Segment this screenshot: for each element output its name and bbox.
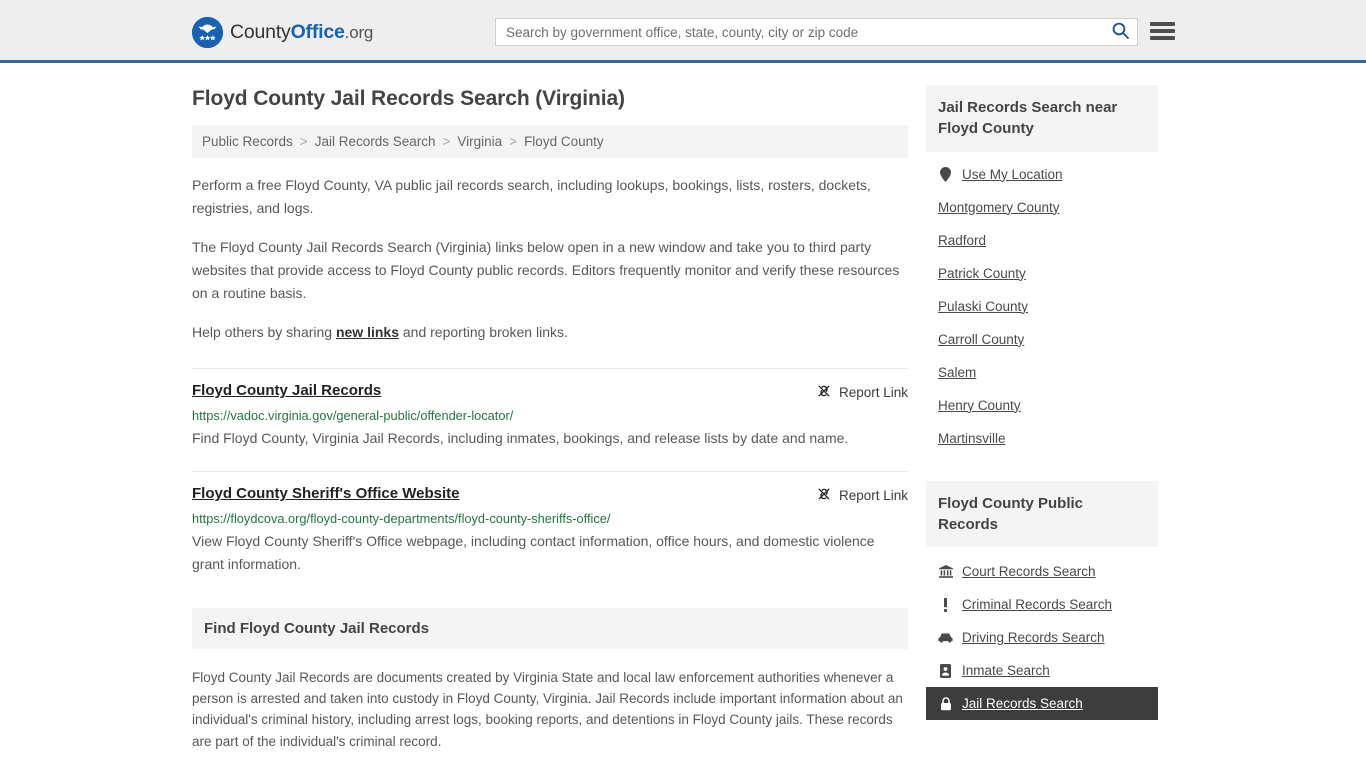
breadcrumb-separator: > [299, 134, 308, 149]
sidebar-item-court-records-search[interactable]: Court Records Search [926, 555, 1158, 588]
breadcrumb-item-jail-records-search[interactable]: Jail Records Search [315, 134, 436, 149]
hamburger-bar [1150, 22, 1175, 26]
result-description: Find Floyd County, Virginia Jail Records… [192, 429, 849, 446]
hamburger-bar [1150, 29, 1175, 33]
page-title: Floyd County Jail Records Search (Virgin… [192, 87, 625, 110]
breadcrumb-item-public-records[interactable]: Public Records [202, 134, 293, 149]
share-text-after: and reporting broken links. [399, 323, 568, 340]
broken-link-icon [816, 486, 832, 505]
sidebar-item-label: Patrick County [938, 265, 1026, 281]
sidebar-item-label: Radford [938, 232, 987, 248]
sidebar-item-use-my-location[interactable]: Use My Location [926, 158, 1158, 191]
courthouse-icon [938, 565, 953, 578]
breadcrumb: Public Records > Jail Records Search > V… [192, 125, 908, 158]
sidebar-item-pulaski-county[interactable]: Pulaski County [926, 290, 1158, 323]
exclamation-icon [938, 597, 953, 612]
search-button[interactable] [1103, 19, 1137, 45]
search-input[interactable] [496, 19, 1103, 45]
find-records-body: Floyd County Jail Records are documents … [192, 667, 908, 768]
sidebar-item-label: Use My Location [962, 166, 1063, 182]
sidebar-item-montgomery-county[interactable]: Montgomery County [926, 191, 1158, 224]
hamburger-bar [1150, 36, 1175, 40]
breadcrumb-separator: > [442, 134, 451, 149]
intro-text: Perform a free Floyd County, VA public j… [192, 174, 908, 344]
sidebar-near-list: Use My Location Montgomery County Radfor… [926, 158, 1158, 455]
sidebar-item-label: Carroll County [938, 331, 1025, 347]
site-header: CountyOffice.org [0, 0, 1366, 63]
sidebar-item-henry-county[interactable]: Henry County [926, 389, 1158, 422]
result-header: Floyd County Jail Records Report Link [192, 382, 908, 402]
logo-text-county: County [230, 21, 291, 43]
logo-text-tld: .org [344, 23, 374, 42]
sidebar-item-inmate-search[interactable]: Inmate Search [926, 654, 1158, 687]
result-title-link[interactable]: Floyd County Sheriff's Office Website [192, 485, 460, 502]
result-description: View Floyd County Sheriff's Office webpa… [192, 533, 875, 573]
car-icon [938, 632, 953, 643]
broken-link-icon [816, 383, 832, 402]
site-logo[interactable]: CountyOffice.org [192, 17, 373, 48]
intro-paragraph-3: Help others by sharing new links and rep… [192, 321, 908, 344]
report-link-label: Report Link [838, 488, 908, 504]
sidebar-item-label: Salem [938, 364, 977, 380]
sidebar-item-label: Montgomery County [938, 199, 1060, 215]
sidebar-item-martinsville[interactable]: Martinsville [926, 422, 1158, 455]
breadcrumb-separator: > [509, 134, 518, 149]
sidebar-item-radford[interactable]: Radford [926, 224, 1158, 257]
sidebar-item-label: Pulaski County [938, 298, 1029, 314]
page-container: Floyd County Jail Records Search (Virgin… [0, 63, 1366, 768]
sidebar-item-label: Court Records Search [962, 564, 1096, 580]
result-url: https://vadoc.virginia.gov/general-publi… [192, 407, 514, 423]
sidebar-item-criminal-records-search[interactable]: Criminal Records Search [926, 588, 1158, 621]
result-title-link[interactable]: Floyd County Jail Records [192, 382, 381, 399]
sidebar-public-records-heading: Floyd County Public Records [926, 480, 1158, 548]
sidebar-item-label: Criminal Records Search [962, 597, 1113, 613]
map-pin-icon [938, 166, 953, 182]
sidebar-item-driving-records-search[interactable]: Driving Records Search [926, 621, 1158, 654]
id-badge-icon [938, 663, 953, 678]
breadcrumb-item-virginia[interactable]: Virginia [457, 134, 502, 149]
eagle-seal-icon [192, 17, 223, 48]
sidebar-near-heading: Jail Records Search near Floyd County [926, 85, 1158, 152]
sidebar: Jail Records Search near Floyd County Us… [926, 63, 1158, 768]
main-content: Floyd County Jail Records Search (Virgin… [192, 63, 908, 768]
search-bar [495, 18, 1138, 46]
sidebar-item-label: Martinsville [938, 430, 1006, 446]
logo-text-office: Office [290, 21, 345, 43]
share-text-before: Help others by sharing [192, 323, 336, 340]
result-item: Floyd County Sheriff's Office Website Re… [192, 471, 908, 575]
sidebar-item-carroll-county[interactable]: Carroll County [926, 323, 1158, 356]
sidebar-item-salem[interactable]: Salem [926, 356, 1158, 389]
new-links-link[interactable]: new links [336, 324, 399, 340]
sidebar-item-label: Henry County [938, 397, 1021, 413]
sidebar-public-records-list: Court Records Search Criminal Records Se… [926, 555, 1158, 721]
sidebar-item-patrick-county[interactable]: Patrick County [926, 257, 1158, 290]
result-url: https://floydcova.org/floyd-county-depar… [192, 511, 611, 527]
find-records-paragraph: Floyd County Jail Records are documents … [192, 669, 903, 749]
find-records-heading: Find Floyd County Jail Records [192, 607, 908, 649]
sidebar-item-label: Jail Records Search [962, 696, 1083, 712]
report-link-button[interactable]: Report Link [816, 485, 908, 505]
breadcrumb-item-floyd-county: Floyd County [524, 134, 604, 149]
search-icon [1112, 22, 1129, 42]
logo-wordmark: CountyOffice.org [230, 21, 373, 44]
report-link-label: Report Link [838, 384, 908, 400]
sidebar-item-jail-records-search[interactable]: Jail Records Search [926, 687, 1158, 721]
sidebar-item-label: Driving Records Search [962, 630, 1105, 646]
report-link-button[interactable]: Report Link [816, 382, 908, 402]
intro-paragraph-1: Perform a free Floyd County, VA public j… [192, 177, 871, 216]
intro-paragraph-2: The Floyd County Jail Records Search (Vi… [192, 238, 900, 301]
lock-icon [938, 696, 953, 711]
result-header: Floyd County Sheriff's Office Website Re… [192, 485, 908, 505]
hamburger-menu-icon[interactable] [1150, 20, 1175, 42]
result-item: Floyd County Jail Records Report Link ht… [192, 367, 908, 450]
sidebar-item-label: Inmate Search [962, 663, 1050, 679]
